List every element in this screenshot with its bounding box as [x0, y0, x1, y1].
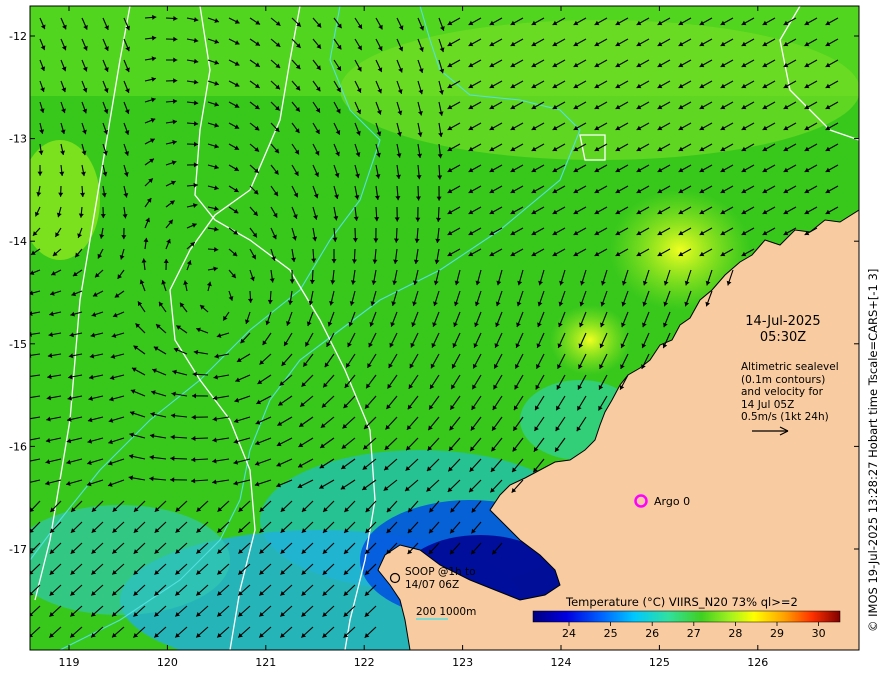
- x-tick-label: 124: [551, 656, 572, 669]
- date-label: 14-Jul-2025: [745, 314, 821, 329]
- soop-label: SOOP @1h to 14/07 06Z: [405, 566, 476, 591]
- colorbar-title: Temperature (°C) VIIRS_N20 73% ql>=2: [566, 595, 798, 609]
- x-tick-label: 120: [157, 656, 178, 669]
- colorbar-tick-label: 28: [728, 627, 742, 640]
- sst-cool-west: [30, 505, 230, 615]
- x-tick-label: 125: [649, 656, 670, 669]
- x-tick-label: 121: [255, 656, 276, 669]
- colorbar-tick-label: 24: [562, 627, 576, 640]
- x-tick-label: 119: [59, 656, 80, 669]
- x-tick-label: 126: [747, 656, 768, 669]
- info-line: 14 Jul 05Z: [741, 398, 795, 411]
- argo-label: Argo 0: [654, 495, 691, 508]
- y-tick-label: -17: [9, 543, 27, 556]
- velocity-arrow-head: [24, 480, 28, 485]
- y-tick-label: -16: [9, 440, 27, 453]
- velocity-arrow-head: [30, 352, 32, 358]
- colorbar-tick-label: 25: [604, 627, 618, 640]
- colorbar-tick-label: 27: [687, 627, 701, 640]
- y-tick-label: -13: [9, 133, 27, 146]
- y-tick-label: -15: [9, 338, 27, 351]
- info-line: 0.5m/s (1kt 24h): [741, 411, 829, 423]
- y-tick-label: -14: [9, 235, 27, 248]
- copyright-text: © IMOS 19-Jul-2025 13:28:27 Hobart time …: [866, 268, 880, 632]
- colorbar-tick-label: 26: [645, 627, 659, 640]
- date-time-block: 14-Jul-2025 05:30Z: [718, 314, 848, 346]
- altimetry-info: Altimetric sealevel (0.1m contours) and …: [741, 361, 861, 424]
- x-tick-label: 123: [452, 656, 473, 669]
- sst-warm-west: [30, 140, 100, 260]
- colorbar: [532, 610, 841, 623]
- x-tick-label: 122: [354, 656, 375, 669]
- velocity-arrow-head: [25, 416, 29, 421]
- time-label: 05:30Z: [759, 330, 807, 345]
- soop-line: 14/07 06Z: [405, 578, 460, 591]
- depth-scale-label: 200 1000m: [416, 606, 477, 618]
- info-line: (0.1m contours): [741, 373, 826, 386]
- velocity-arrow-head: [25, 459, 29, 464]
- y-tick-label: -12: [9, 30, 27, 43]
- soop-line: SOOP @1h to: [405, 566, 476, 578]
- colorbar-tick-label: 29: [770, 627, 784, 640]
- info-line: Altimetric sealevel: [741, 361, 839, 373]
- sst-warm-north: [340, 20, 859, 160]
- info-line: and velocity for: [741, 386, 823, 398]
- colorbar-tick-label: 30: [812, 627, 826, 640]
